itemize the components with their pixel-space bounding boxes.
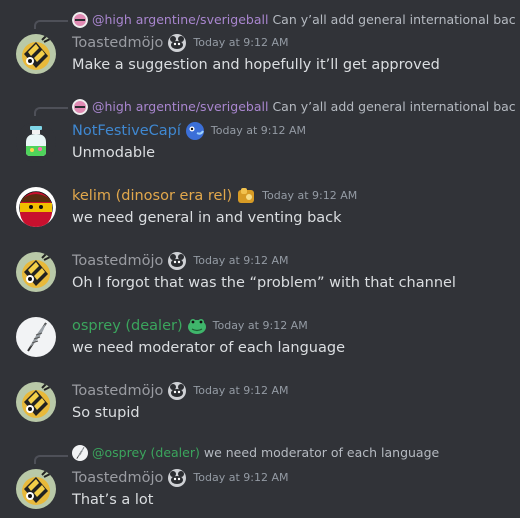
message-content: Make a suggestion and hopefully it’ll ge… (72, 57, 440, 73)
gold-badge-icon (236, 186, 256, 206)
timestamp: Today at 9:12 AM (193, 471, 289, 484)
message-content: That’s a lot (72, 492, 154, 508)
sverigeball-avatar-icon (72, 12, 88, 28)
timestamp: Today at 9:12 AM (193, 36, 289, 49)
username[interactable]: Toastedmöjo (72, 467, 163, 489)
bee-avatar-icon[interactable] (16, 252, 56, 292)
feather-avatar-icon (72, 445, 88, 461)
reply-connector (34, 455, 68, 464)
panda-badge-icon (167, 33, 187, 53)
reply-text: we need moderator of each language (203, 445, 440, 460)
reply-preview[interactable]: @high argentine/sverigeball Can y’all ad… (72, 12, 516, 28)
message-content: Oh I forgot that was the “problem” with … (72, 275, 456, 291)
timestamp: Today at 9:12 AM (193, 254, 289, 267)
username[interactable]: osprey (dealer) (72, 315, 183, 337)
bee-avatar-icon[interactable] (16, 469, 56, 509)
bee-avatar-icon[interactable] (16, 382, 56, 422)
reply-author[interactable]: @high argentine/sverigeball (92, 12, 268, 28)
potion-avatar-icon[interactable] (16, 122, 56, 162)
message-content: So stupid (72, 405, 140, 421)
username[interactable]: Toastedmöjo (72, 380, 163, 402)
reply-author[interactable]: @high argentine/sverigeball (92, 99, 268, 115)
panda-badge-icon (167, 381, 187, 401)
frog-badge-icon (187, 316, 207, 336)
reply-connector (34, 20, 68, 29)
timestamp: Today at 9:12 AM (212, 319, 308, 332)
flagball-avatar-icon[interactable] (16, 187, 56, 227)
panda-badge-icon (167, 468, 187, 488)
username[interactable]: Toastedmöjo (72, 250, 163, 272)
reply-text: Can y’all add general international back (272, 12, 516, 27)
panda-badge-icon (167, 251, 187, 271)
username[interactable]: Toastedmöjo (72, 32, 163, 54)
sverigeball-avatar-icon (72, 99, 88, 115)
message-content: we need general in and venting back (72, 210, 342, 226)
reply-author[interactable]: @osprey (dealer) (92, 445, 200, 461)
reply-preview[interactable]: @osprey (dealer) we need moderator of ea… (72, 445, 516, 461)
bee-avatar-icon[interactable] (16, 34, 56, 74)
feather-avatar-icon[interactable] (16, 317, 56, 357)
message-content: Unmodable (72, 145, 156, 161)
message-content: we need moderator of each language (72, 340, 346, 356)
username[interactable]: NotFestiveCapí (72, 120, 181, 142)
timestamp: Today at 9:12 AM (193, 384, 289, 397)
reply-text: Can y’all add general international back (272, 99, 516, 114)
reply-preview[interactable]: @high argentine/sverigeball Can y’all ad… (72, 99, 516, 115)
timestamp: Today at 9:12 AM (262, 189, 358, 202)
reply-connector (34, 107, 68, 116)
blue-creature-badge-icon (185, 121, 205, 141)
username[interactable]: kelim (dinosor era rel) (72, 185, 232, 207)
timestamp: Today at 9:12 AM (210, 124, 306, 137)
